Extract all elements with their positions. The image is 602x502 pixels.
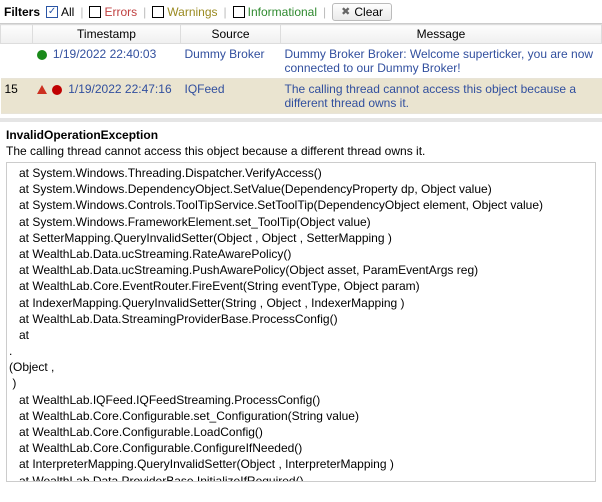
exception-title: InvalidOperationException (6, 128, 596, 142)
checkbox-icon (89, 6, 101, 18)
separator: | (224, 5, 227, 19)
filter-informational-checkbox[interactable]: Informational (233, 5, 317, 19)
filter-errors-checkbox[interactable]: Errors (89, 5, 137, 19)
error-triangle-icon (37, 85, 47, 94)
exception-description: The calling thread cannot access this ob… (6, 144, 596, 158)
status-dot-icon (37, 50, 47, 60)
separator: | (323, 5, 326, 19)
detail-panel: InvalidOperationException The calling th… (0, 118, 602, 482)
separator: | (143, 5, 146, 19)
stack-trace: at System.Windows.Threading.Dispatcher.V… (7, 163, 595, 482)
separator: | (80, 5, 83, 19)
filter-informational-label: Informational (248, 5, 317, 19)
row-index: 15 (1, 79, 33, 114)
checkbox-icon (233, 6, 245, 18)
checkbox-icon (152, 6, 164, 18)
filter-warnings-label: Warnings (167, 5, 217, 19)
filter-all-checkbox[interactable]: ✓ All (46, 5, 74, 19)
filter-warnings-checkbox[interactable]: Warnings (152, 5, 217, 19)
check-icon: ✓ (46, 6, 58, 18)
row-source[interactable]: IQFeed (185, 82, 225, 96)
row-timestamp[interactable]: 1/19/2022 22:40:03 (53, 47, 156, 61)
column-index[interactable] (1, 25, 33, 44)
filter-all-label: All (61, 5, 74, 19)
table-row[interactable]: 1/19/2022 22:40:03 Dummy Broker Dummy Br… (1, 44, 602, 79)
clear-button-label: Clear (354, 5, 383, 19)
column-timestamp[interactable]: Timestamp (33, 25, 181, 44)
column-message[interactable]: Message (281, 25, 602, 44)
row-message: The calling thread cannot access this ob… (285, 82, 577, 110)
table-row[interactable]: 15 1/19/2022 22:47:16 IQFeed The calling… (1, 79, 602, 114)
row-index (1, 44, 33, 79)
clear-button[interactable]: ✖ Clear (332, 3, 392, 21)
filter-errors-label: Errors (104, 5, 137, 19)
table-header-row: Timestamp Source Message (1, 25, 602, 44)
filter-toolbar: Filters ✓ All | Errors | Warnings | Info… (0, 0, 602, 24)
row-source[interactable]: Dummy Broker (185, 47, 265, 61)
status-dot-icon (52, 85, 62, 95)
clear-icon: ✖ (341, 5, 350, 18)
row-timestamp[interactable]: 1/19/2022 22:47:16 (68, 82, 171, 96)
column-source[interactable]: Source (181, 25, 281, 44)
row-timestamp-cell: 1/19/2022 22:47:16 (33, 79, 181, 114)
stack-trace-container[interactable]: at System.Windows.Threading.Dispatcher.V… (6, 162, 596, 482)
filters-label: Filters (4, 5, 40, 19)
row-message: Dummy Broker Broker: Welcome superticker… (285, 47, 594, 75)
row-timestamp-cell: 1/19/2022 22:40:03 (33, 44, 181, 79)
log-table: Timestamp Source Message 1/19/2022 22:40… (0, 24, 602, 114)
